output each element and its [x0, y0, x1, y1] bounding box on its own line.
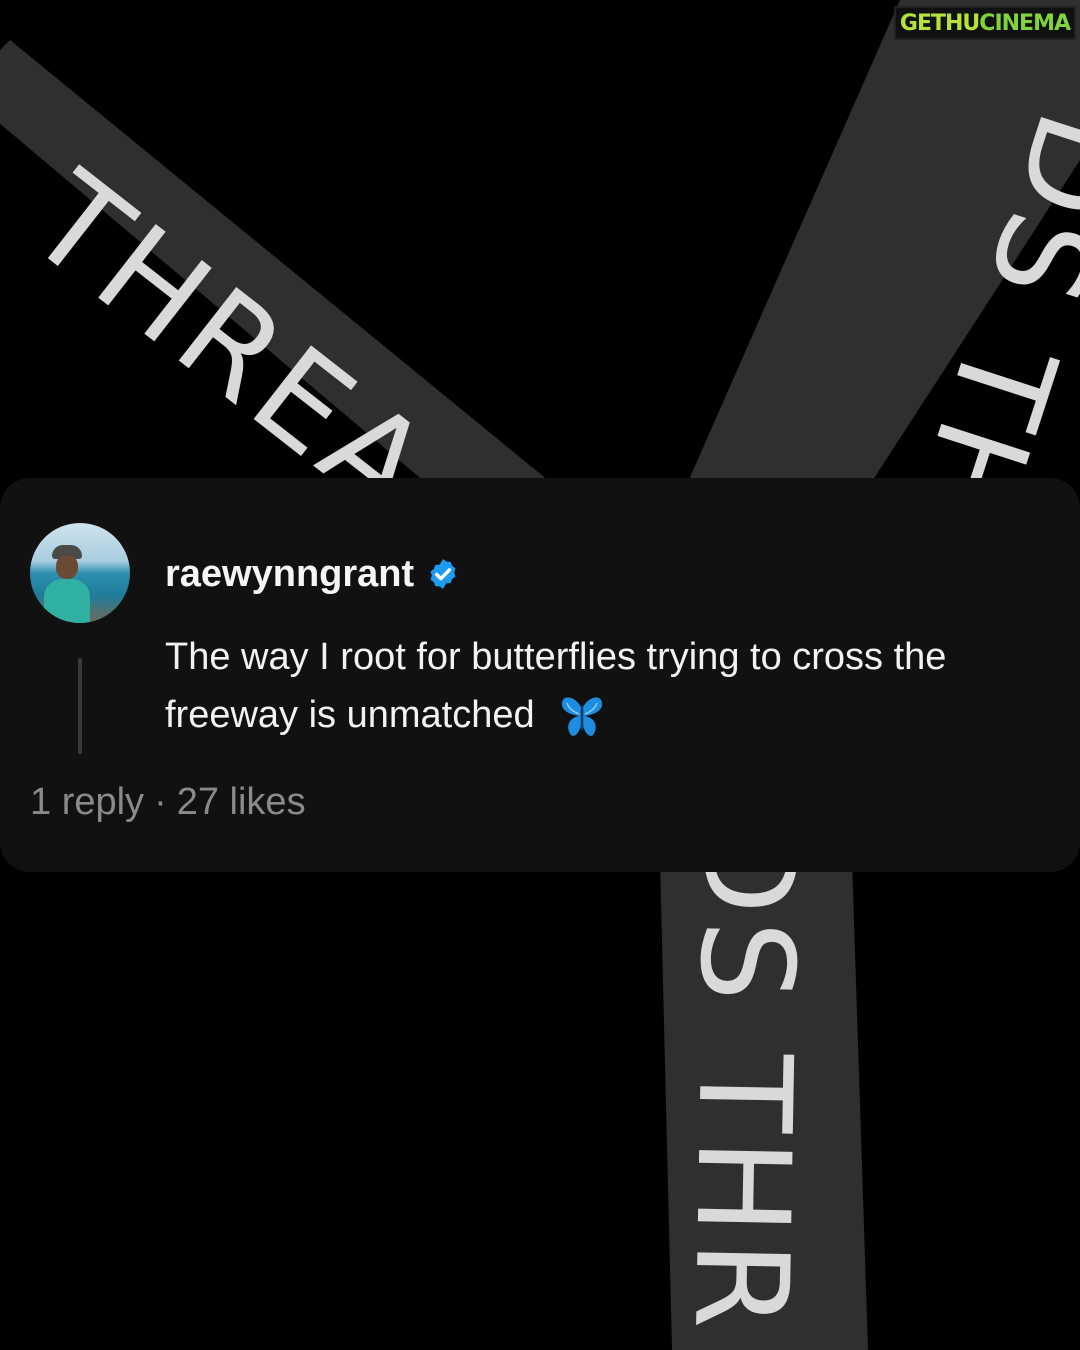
butterfly-emoji-icon — [562, 697, 603, 736]
watermark-part-1: GETHU — [899, 10, 980, 36]
username[interactable]: raewynngrant — [165, 550, 414, 598]
avatar-person — [44, 545, 90, 623]
likes-link[interactable]: 27 likes — [177, 781, 306, 823]
verified-badge-icon — [430, 559, 456, 589]
username-row: raewynngrant — [165, 550, 460, 598]
comment-card: raewynngrant The way I root for butterfl… — [0, 478, 1080, 872]
comment-text: The way I root for butterflies trying to… — [165, 636, 947, 736]
ribbon-left: THREA — [0, 40, 560, 547]
avatar[interactable] — [30, 523, 130, 623]
ribbon-right: DS TH — [680, 0, 1080, 546]
watermark-part-2: CINEMA — [979, 10, 1071, 36]
ribbon-bottom: DS THR — [660, 814, 868, 1350]
comment-text-block: The way I root for butterflies trying to… — [165, 628, 1075, 744]
ribbon-bottom-text: DS THR — [665, 814, 823, 1336]
watermark-logo: GETHU CINEMA — [893, 6, 1076, 40]
thread-line — [78, 658, 82, 754]
replies-link[interactable]: 1 reply — [30, 781, 144, 823]
comment-meta: 1 reply · 27 likes — [30, 776, 306, 828]
meta-separator: · — [154, 781, 167, 823]
